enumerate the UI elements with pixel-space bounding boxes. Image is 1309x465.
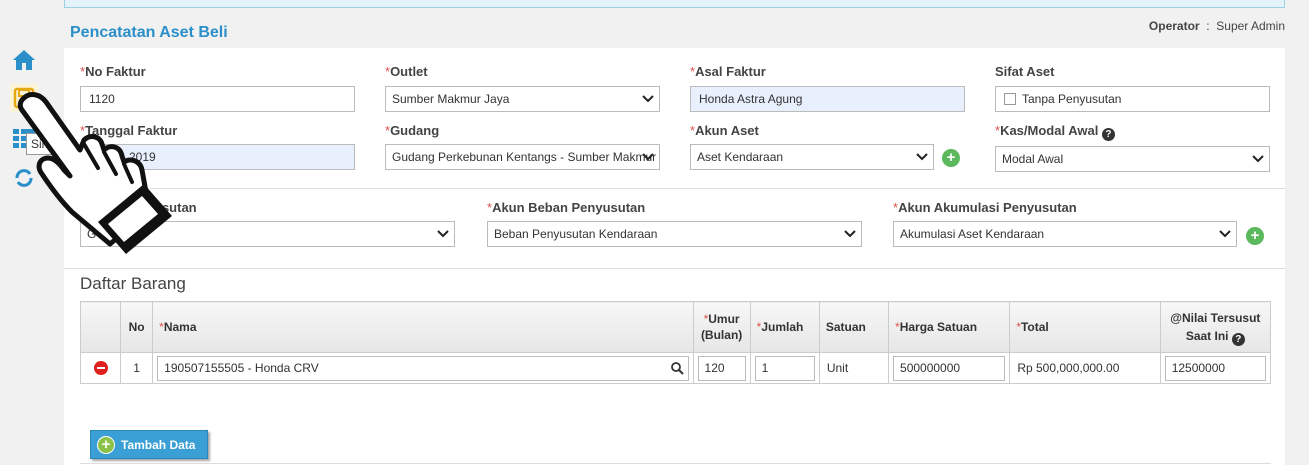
row-umur-cell: 120 [692, 352, 751, 384]
tanggal-faktur-label: *Tanggal Faktur [80, 123, 178, 138]
chevron-down-icon [916, 153, 928, 161]
no-faktur-label: *No Faktur [80, 64, 146, 79]
chevron-down-icon [437, 230, 449, 238]
plus-circle-icon: + [97, 435, 115, 454]
table-row: 1 190507155505 - Honda CRV 120 1 Unit 50… [79, 352, 1272, 384]
col-total: *Total [1009, 301, 1161, 353]
table-header-row: No *Nama *Umur (Bulan) *Jumlah Satuan *Ha… [79, 301, 1272, 353]
col-jumlah: *Jumlah [749, 301, 820, 353]
sifat-aset-label: Sifat Aset [995, 64, 1055, 79]
sifat-aset-field: Tanpa Penyusutan [995, 86, 1270, 112]
form-panel: *No Faktur 1120 *Outlet Sumber Makmur Ja… [64, 48, 1285, 465]
asal-faktur-label: *Asal Faktur [690, 64, 766, 79]
row-action-cell [79, 352, 122, 384]
main-content: Pencatatan Aset Beli Operator : Super Ad… [64, 14, 1285, 465]
search-icon[interactable] [670, 361, 684, 375]
help-icon[interactable]: ? [1231, 332, 1245, 346]
kas-modal-awal-select[interactable]: Modal Awal [995, 146, 1270, 172]
akun-aset-select[interactable]: Aset Kendaraan [690, 144, 934, 170]
row-nilai-cell: 12500000 [1159, 352, 1272, 384]
outlet-select[interactable]: Sumber Makmur Jaya [385, 86, 660, 112]
save-tooltip: Simpan [26, 133, 66, 155]
col-umur: *Umur (Bulan) [692, 301, 751, 353]
outlet-label: *Outlet [385, 64, 428, 79]
metode-penyusutan-label: usutan [154, 200, 197, 215]
operator-name: Super Admin [1216, 19, 1285, 33]
nama-input[interactable]: 190507155505 - Honda CRV [157, 355, 689, 381]
daftar-barang-title: Daftar Barang [80, 274, 186, 293]
delete-row-button[interactable] [93, 361, 108, 375]
umur-input[interactable]: 120 [697, 355, 746, 381]
metode-penyusutan-select[interactable]: G [80, 221, 455, 247]
refresh-icon[interactable] [10, 164, 38, 192]
akun-aset-label: *Akun Aset [690, 123, 759, 138]
akun-akumulasi-select[interactable]: Akumulasi Aset Kendaraan [893, 221, 1237, 247]
divider [64, 268, 1285, 269]
help-icon[interactable]: ? [1101, 128, 1115, 141]
harga-satuan-input[interactable]: 500000000 [893, 355, 1006, 381]
akun-akumulasi-label: *Akun Akumulasi Penyusutan [893, 200, 1077, 215]
asal-faktur-input[interactable]: Honda Astra Agung [690, 86, 965, 112]
row-satuan: Unit [818, 352, 890, 384]
tanggal-faktur-input[interactable]: 2019 [80, 144, 355, 170]
chevron-down-icon [1219, 230, 1231, 238]
nilai-tersusut-input[interactable]: 12500000 [1164, 355, 1266, 381]
col-nama: *Nama [152, 301, 694, 353]
col-harga-satuan: *Harga Satuan [888, 301, 1011, 353]
chevron-down-icon [642, 95, 654, 103]
notification-bar [64, 0, 1285, 8]
kas-modal-awal-label: *Kas/Modal Awal ? [995, 123, 1115, 141]
tanpa-penyusutan-checkbox[interactable] [1004, 93, 1016, 105]
save-icon[interactable] [10, 84, 38, 112]
operator-separator: : [1206, 19, 1210, 33]
row-no: 1 [120, 352, 154, 384]
col-nilai-tersusut: @Nilai Tersusut Saat Ini ? [1159, 301, 1272, 353]
items-table: No *Nama *Umur (Bulan) *Jumlah Satuan *Ha… [79, 301, 1272, 384]
tambah-data-label: Tambah Data [121, 437, 196, 452]
row-jumlah-cell: 1 [749, 352, 820, 384]
operator-info: Operator : Super Admin [1149, 19, 1285, 33]
row-total: Rp 500,000,000.00 [1009, 352, 1161, 384]
sidebar [0, 0, 48, 465]
divider [64, 188, 1285, 189]
operator-label: Operator [1148, 19, 1200, 33]
chevron-down-icon [1252, 155, 1264, 163]
tambah-data-button[interactable]: + Tambah Data [90, 430, 208, 459]
tanpa-penyusutan-label: Tanpa Penyusutan [1022, 92, 1122, 106]
page-title: Pencatatan Aset Beli [70, 24, 228, 41]
gudang-label: *Gudang [385, 123, 440, 138]
gudang-select[interactable]: Gudang Perkebunan Kentangs - Sumber Makm… [385, 144, 660, 170]
row-harga-cell: 500000000 [888, 352, 1011, 384]
no-faktur-input[interactable]: 1120 [80, 86, 355, 112]
col-action [79, 301, 122, 353]
row-nama-cell: 190507155505 - Honda CRV [152, 352, 694, 384]
divider [80, 463, 1271, 464]
home-icon[interactable] [10, 46, 38, 74]
akun-beban-select[interactable]: Beban Penyusutan Kendaraan [487, 221, 862, 247]
add-akun-aset-button[interactable]: + [942, 149, 960, 167]
chevron-down-icon [844, 230, 856, 238]
akun-beban-label: *Akun Beban Penyusutan [487, 200, 646, 215]
chevron-down-icon [642, 153, 654, 161]
col-satuan: Satuan [818, 301, 890, 353]
col-no: No [120, 301, 154, 353]
add-akun-akumulasi-button[interactable]: + [1246, 227, 1264, 245]
jumlah-input[interactable]: 1 [754, 355, 815, 381]
